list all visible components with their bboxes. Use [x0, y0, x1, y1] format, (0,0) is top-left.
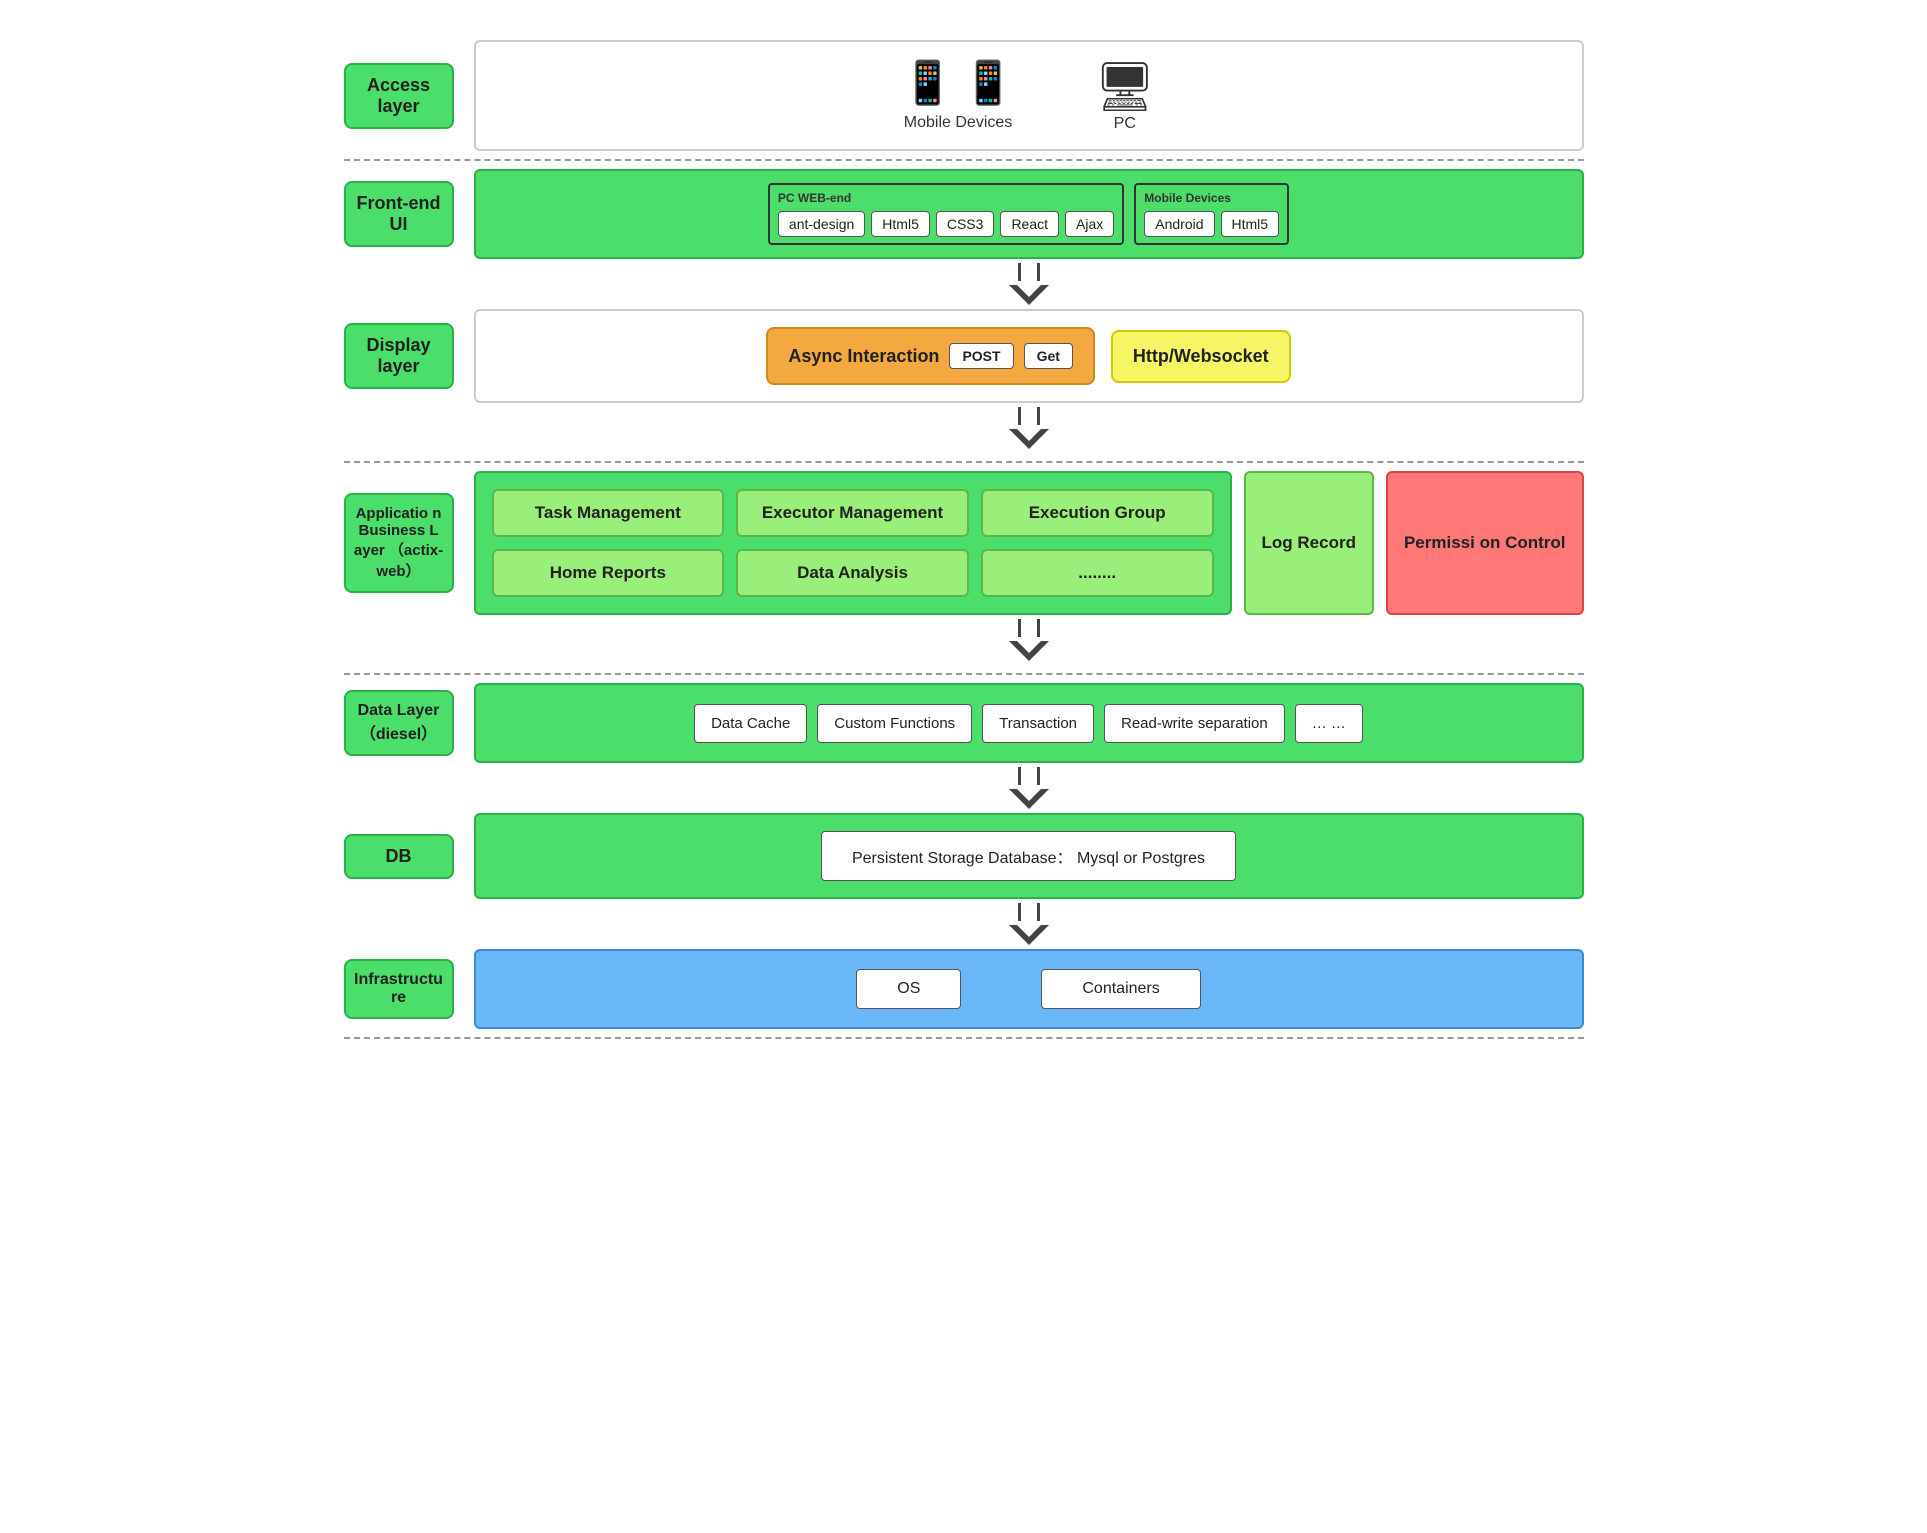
data-layer-label: Data Layer （diesel）	[344, 690, 454, 756]
pc-label: PC	[1114, 115, 1136, 133]
arrow-head-5	[1009, 925, 1049, 945]
task-management: Task Management	[492, 489, 725, 537]
arrow-down-5	[1009, 903, 1049, 945]
pc-device: 🖥 PC	[1094, 58, 1155, 133]
access-layer-label: Access layer	[344, 63, 454, 129]
divider-3	[344, 673, 1584, 675]
os-item: OS	[856, 969, 961, 1009]
more-items: … …	[1295, 704, 1363, 743]
app-row-1: Task Management Executor Management Exec…	[492, 489, 1214, 537]
containers-item: Containers	[1041, 969, 1200, 1009]
app-row-2: Home Reports Data Analysis ........	[492, 549, 1214, 597]
display-layer-row: Display layer Async Interaction POST Get…	[344, 309, 1584, 403]
infra-layer-content: OS Containers	[474, 949, 1584, 1029]
phone-icon: 📱	[902, 59, 954, 108]
data-cache: Data Cache	[694, 704, 807, 743]
frontend-layer-content: PC WEB-end ant-design Html5 CSS3 React A…	[474, 169, 1584, 259]
frontend-item-html5: Html5	[871, 211, 930, 237]
arrow-down-4	[1009, 767, 1049, 809]
divider-2	[344, 461, 1584, 463]
ellipsis-item: ........	[981, 549, 1214, 597]
db-storage: Persistent Storage Database： Mysql or Po…	[821, 831, 1236, 881]
access-layer-row: Access layer 📱 📱 Mobile Devices 🖥 PC	[344, 40, 1584, 151]
application-layer-area: Task Management Executor Management Exec…	[474, 471, 1584, 615]
db-layer-row: DB Persistent Storage Database： Mysql or…	[344, 813, 1584, 899]
db-layer-content: Persistent Storage Database： Mysql or Po…	[474, 813, 1584, 899]
frontend-item-android: Android	[1144, 211, 1214, 237]
post-button: POST	[949, 343, 1013, 369]
pc-icon: 🖥	[1094, 58, 1155, 115]
async-interaction-box: Async Interaction POST Get	[766, 327, 1095, 385]
mobile-devices: 📱 📱 Mobile Devices	[902, 59, 1015, 132]
display-layer-content: Async Interaction POST Get Http/Websocke…	[474, 309, 1584, 403]
frontend-item-html5-mobile: Html5	[1221, 211, 1280, 237]
data-analysis: Data Analysis	[736, 549, 969, 597]
frontend-item-ajax: Ajax	[1065, 211, 1114, 237]
data-layer-content: Data Cache Custom Functions Transaction …	[474, 683, 1584, 763]
infra-layer-label: Infrastructu re	[344, 959, 454, 1019]
execution-group: Execution Group	[981, 489, 1214, 537]
divider-bottom	[344, 1037, 1584, 1039]
arrow-3	[474, 615, 1584, 665]
arrow-1	[474, 259, 1584, 309]
data-layer-row: Data Layer （diesel） Data Cache Custom Fu…	[344, 683, 1584, 763]
transaction: Transaction	[982, 704, 1094, 743]
frontend-item-ant: ant-design	[778, 211, 865, 237]
arrow-down-1	[1009, 263, 1049, 305]
db-layer-label: DB	[344, 834, 454, 879]
infra-layer-row: Infrastructu re OS Containers	[344, 949, 1584, 1029]
access-layer-content: 📱 📱 Mobile Devices 🖥 PC	[474, 40, 1584, 151]
custom-functions: Custom Functions	[817, 704, 972, 743]
app-main-content: Task Management Executor Management Exec…	[474, 471, 1232, 615]
arrow-head-1	[1009, 285, 1049, 305]
mobile-web-items: Android Html5	[1144, 211, 1279, 237]
mobile-label: Mobile Devices	[904, 114, 1012, 132]
arrow-head-4	[1009, 789, 1049, 809]
pc-web-items: ant-design Html5 CSS3 React Ajax	[778, 211, 1114, 237]
permission-control: Permissi on Control	[1386, 471, 1584, 615]
mobile-web-group: Mobile Devices Android Html5	[1134, 183, 1289, 245]
application-layer-row: Applicatio n Business L ayer （actix-web）…	[344, 471, 1584, 615]
frontend-layer-row: Front-end UI PC WEB-end ant-design Html5…	[344, 169, 1584, 259]
arrow-head-3	[1009, 641, 1049, 661]
tablet-icon: 📱	[962, 59, 1014, 108]
read-write-separation: Read-write separation	[1104, 704, 1285, 743]
divider-1	[344, 159, 1584, 161]
arrow-down-2	[1009, 407, 1049, 449]
websocket-box: Http/Websocket	[1111, 330, 1291, 383]
home-reports: Home Reports	[492, 549, 725, 597]
executor-management: Executor Management	[736, 489, 969, 537]
mobile-web-title: Mobile Devices	[1144, 191, 1279, 205]
frontend-item-react: React	[1000, 211, 1059, 237]
get-button: Get	[1024, 343, 1073, 369]
arrow-4	[474, 763, 1584, 813]
log-record: Log Record	[1244, 471, 1374, 615]
arrow-2	[474, 403, 1584, 453]
arrow-down-3	[1009, 619, 1049, 661]
display-layer-label: Display layer	[344, 323, 454, 389]
frontend-layer-label: Front-end UI	[344, 181, 454, 247]
frontend-item-css3: CSS3	[936, 211, 995, 237]
arrow-head-2	[1009, 429, 1049, 449]
arrow-5	[474, 899, 1584, 949]
async-label: Async Interaction	[788, 346, 939, 367]
architecture-diagram: Access layer 📱 📱 Mobile Devices 🖥 PC Fro…	[344, 20, 1584, 1067]
application-layer-label: Applicatio n Business L ayer （actix-web）	[344, 493, 454, 593]
pc-web-group: PC WEB-end ant-design Html5 CSS3 React A…	[768, 183, 1124, 245]
pc-web-title: PC WEB-end	[778, 191, 1114, 205]
